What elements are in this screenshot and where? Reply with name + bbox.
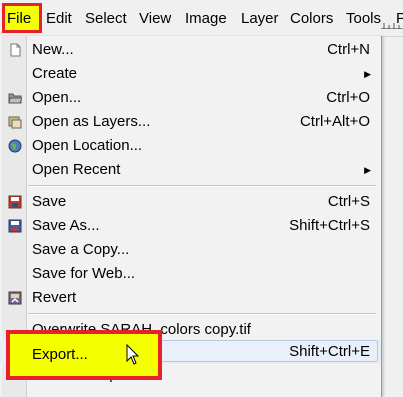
menu-item-save[interactable]: Save Ctrl+S <box>0 190 381 214</box>
menu-layer[interactable]: Layer <box>241 9 279 29</box>
menu-item-new[interactable]: New... Ctrl+N <box>0 38 381 62</box>
ruler-ticks-icon <box>383 23 400 29</box>
menu-item-export-shortcut: Shift+Ctrl+E <box>289 343 370 360</box>
menu-item-save-shortcut: Ctrl+S <box>327 193 370 210</box>
save-as-icon <box>8 219 22 233</box>
menu-item-save-as[interactable]: Save As... Shift+Ctrl+S <box>0 214 381 238</box>
menu-item-save-a-copy-label: Save a Copy... <box>32 241 130 258</box>
menu-item-open-as-layers-shortcut: Ctrl+Alt+O <box>299 113 370 130</box>
menu-item-open-shortcut: Ctrl+O <box>326 89 370 106</box>
menu-image[interactable]: Image <box>185 9 227 29</box>
menu-select-label: Select <box>85 10 127 27</box>
submenu-arrow-icon: ▶ <box>364 165 371 175</box>
new-document-icon <box>8 43 22 57</box>
open-folder-icon <box>8 91 23 105</box>
menu-item-open-as-layers[interactable]: Open as Layers... Ctrl+Alt+O <box>0 110 381 134</box>
menu-file-label: File <box>7 10 32 27</box>
menu-file[interactable]: File <box>7 9 31 29</box>
menu-tools[interactable]: Tools <box>346 9 381 29</box>
menu-item-open[interactable]: Open... Ctrl+O <box>0 86 381 110</box>
menu-view[interactable]: View <box>139 9 171 29</box>
menu-bar: File Edit Select View Image Layer Colors… <box>0 0 403 37</box>
revert-icon <box>8 291 22 305</box>
menu-item-export-label: Export... <box>32 346 88 363</box>
menu-item-revert-label: Revert <box>32 289 77 306</box>
menu-separator <box>28 313 376 315</box>
menu-image-label: Image <box>185 10 227 27</box>
menu-item-new-label: New... <box>32 41 74 58</box>
menu-separator <box>28 185 376 187</box>
menu-colors-label: Colors <box>290 10 334 27</box>
menu-tools-label: Tools <box>346 10 382 27</box>
globe-icon <box>8 139 22 153</box>
menu-item-open-as-layers-label: Open as Layers... <box>32 113 151 130</box>
menu-item-open-location[interactable]: Open Location... <box>0 134 381 158</box>
menu-item-new-shortcut: Ctrl+N <box>327 41 370 58</box>
menu-view-label: View <box>139 10 172 27</box>
menu-item-create[interactable]: Create ▶ <box>0 62 381 86</box>
menu-select[interactable]: Select <box>85 9 127 29</box>
menu-item-open-location-label: Open Location... <box>32 137 143 154</box>
menu-item-open-recent[interactable]: Open Recent ▶ <box>0 158 381 182</box>
menu-item-open-recent-label: Open Recent <box>32 161 121 178</box>
ruler-marks <box>381 16 403 29</box>
menu-item-save-label: Save <box>32 193 67 210</box>
save-icon <box>8 195 22 209</box>
menu-item-save-as-shortcut: Shift+Ctrl+S <box>289 217 370 234</box>
menu-item-revert[interactable]: Revert <box>0 286 381 310</box>
mouse-cursor-icon <box>126 343 140 366</box>
open-layers-icon <box>8 115 22 129</box>
submenu-arrow-icon: ▶ <box>364 69 371 79</box>
menu-item-create-label: Create <box>32 65 78 82</box>
menu-edit-label: Edit <box>46 10 72 27</box>
menu-item-save-for-web-label: Save for Web... <box>32 265 136 282</box>
menu-item-save-a-copy[interactable]: Save a Copy... <box>0 238 381 262</box>
menu-item-open-label: Open... <box>32 89 82 106</box>
menu-item-save-as-label: Save As... <box>32 217 100 234</box>
menu-edit[interactable]: Edit <box>46 9 72 29</box>
menu-colors[interactable]: Colors <box>290 9 333 29</box>
menu-item-save-for-web[interactable]: Save for Web... <box>0 262 381 286</box>
menu-layer-label: Layer <box>241 10 279 27</box>
